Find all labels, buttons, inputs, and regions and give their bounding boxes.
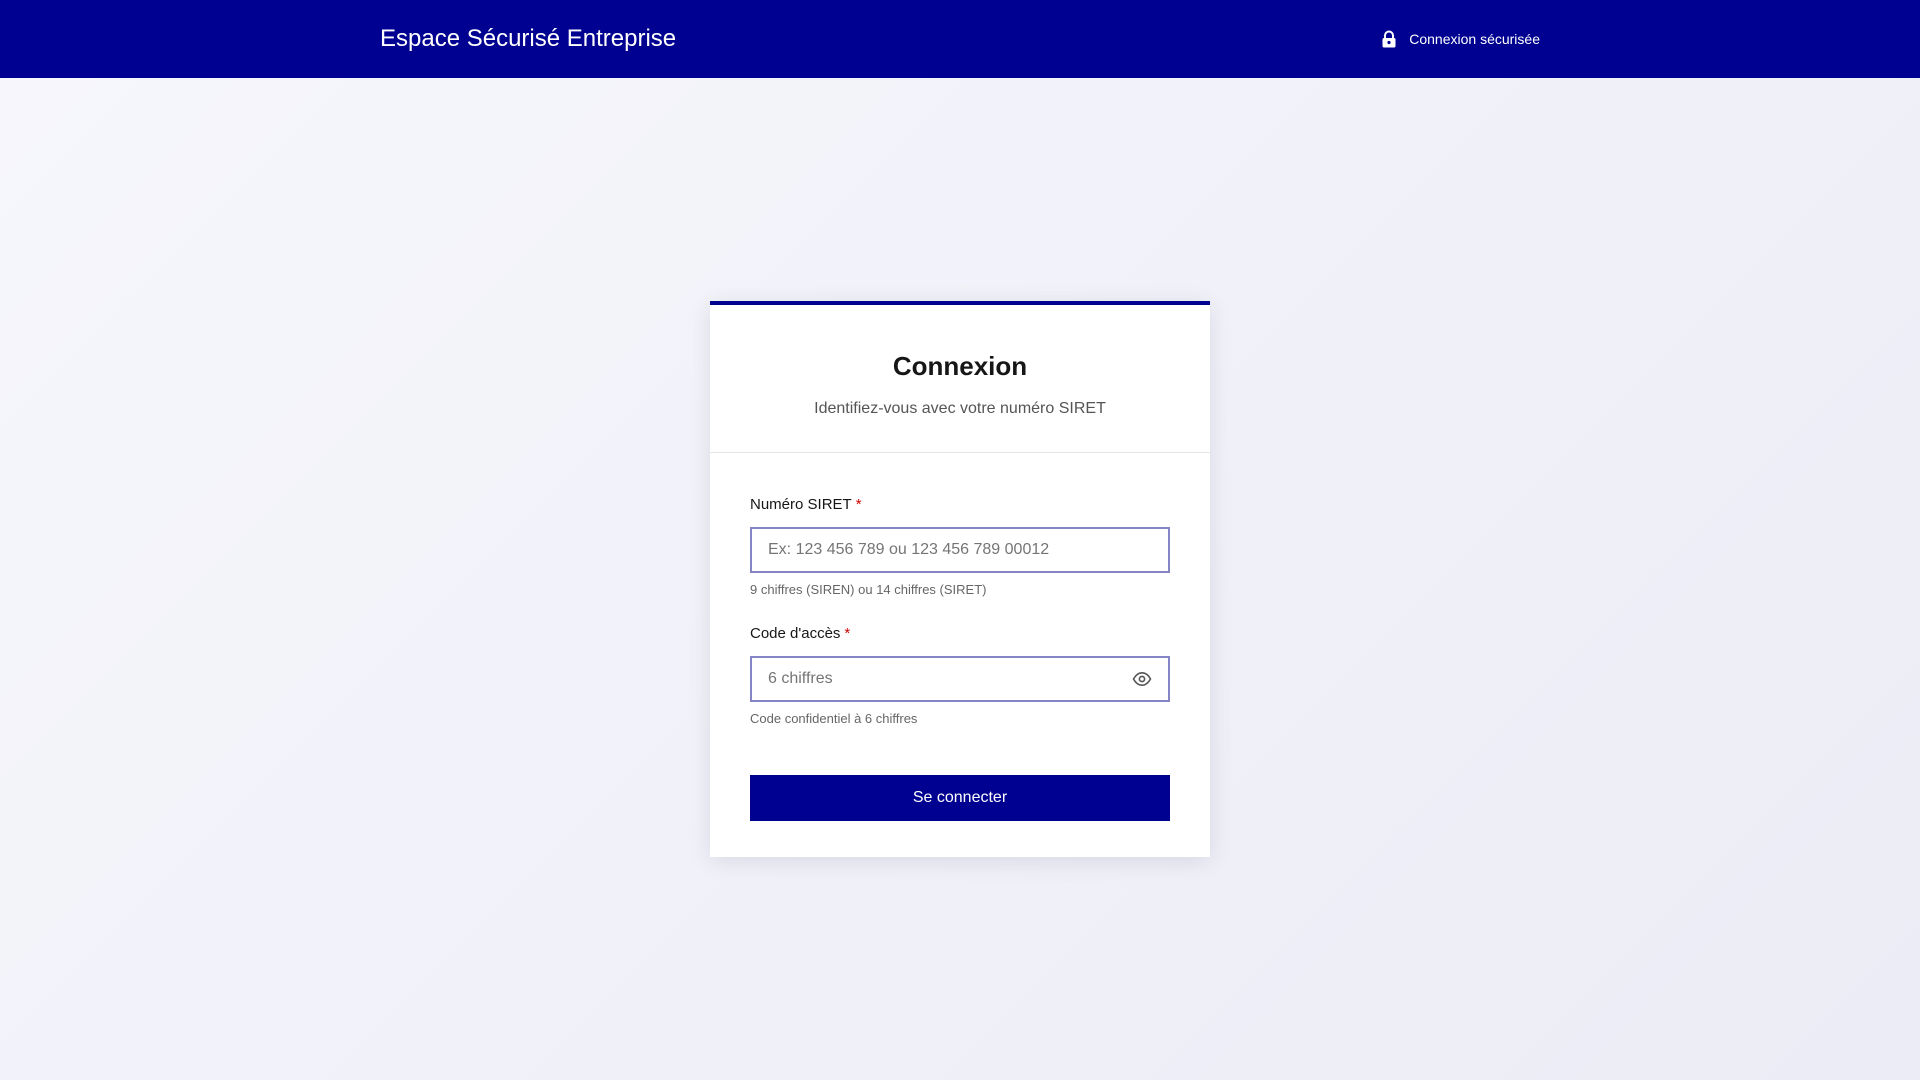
secure-connection-indicator: Connexion sécurisée [1381, 29, 1540, 49]
login-card-header: Connexion Identifiez-vous avec votre num… [710, 305, 1210, 453]
required-marker: * [844, 625, 851, 642]
secure-connection-label: Connexion sécurisée [1409, 31, 1540, 47]
site-title: Espace Sécurisé Entreprise [380, 25, 677, 52]
siret-hint: 9 chiffres (SIREN) ou 14 chiffres (SIRET… [750, 582, 987, 597]
required-marker: * [855, 496, 862, 513]
login-card: Connexion Identifiez-vous avec votre num… [710, 301, 1210, 857]
access-code-label: Code d'accès * [750, 624, 850, 644]
login-submit-button[interactable]: Se connecter [750, 775, 1170, 821]
eye-icon[interactable] [1132, 671, 1152, 687]
siret-field [750, 527, 1170, 573]
access-code-input[interactable] [752, 658, 1168, 700]
login-title: Connexion [892, 351, 1028, 381]
lock-icon [1381, 30, 1397, 48]
access-code-hint: Code confidentiel à 6 chiffres [750, 711, 918, 726]
login-subtitle: Identifiez-vous avec votre numéro SIRET [814, 400, 1106, 417]
top-header: Espace Sécurisé Entreprise Connexion séc… [0, 0, 1920, 78]
siret-label-text: Numéro SIRET [750, 496, 852, 513]
access-code-label-text: Code d'accès [750, 625, 841, 642]
siret-input[interactable] [752, 529, 1168, 571]
siret-label: Numéro SIRET * [750, 495, 862, 515]
access-code-field [750, 656, 1170, 702]
